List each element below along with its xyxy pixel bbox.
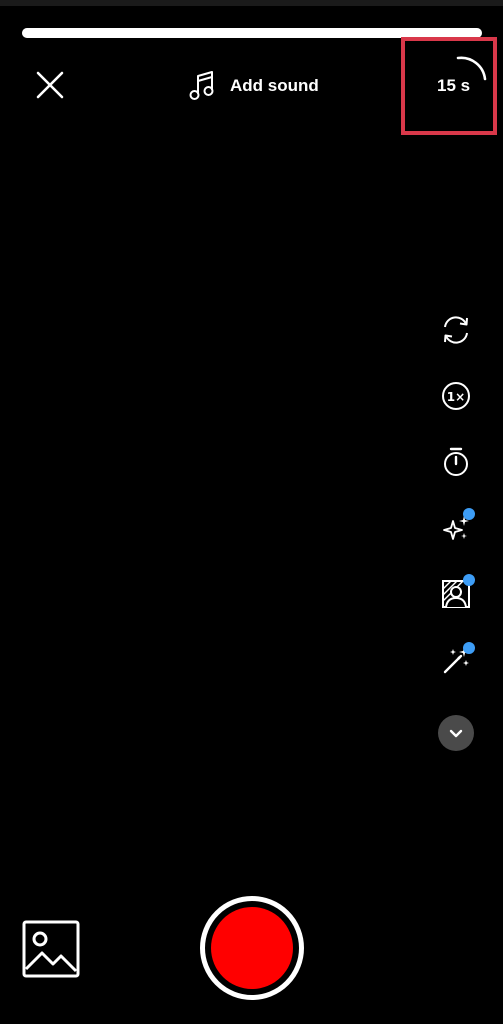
retouch-badge (463, 642, 475, 654)
record-icon (211, 907, 293, 989)
music-note-icon (189, 71, 214, 100)
gallery-icon (22, 920, 80, 978)
duration-selector-button[interactable]: 15 s (424, 52, 496, 124)
speed-icon: 1× (442, 382, 470, 410)
effects-badge (463, 508, 475, 520)
add-sound-button[interactable]: Add sound (188, 68, 319, 104)
more-tools-button[interactable] (438, 715, 474, 751)
flip-camera-icon (444, 316, 468, 344)
flip-camera-button[interactable] (434, 308, 478, 352)
recording-progress-fill (22, 28, 482, 38)
timer-icon (444, 447, 468, 476)
green-screen-badge (463, 574, 475, 586)
gallery-button[interactable] (22, 920, 80, 978)
timer-button[interactable] (434, 440, 478, 484)
speed-button[interactable]: 1× (434, 374, 478, 418)
record-button[interactable] (200, 896, 304, 1000)
svg-text:1×: 1× (447, 390, 465, 404)
recording-progress-track (22, 28, 482, 38)
close-icon (36, 71, 64, 99)
duration-label: 15 s (437, 76, 471, 95)
chevron-down-icon (449, 729, 463, 738)
status-strip (0, 0, 503, 6)
close-button[interactable] (30, 65, 70, 105)
add-sound-label: Add sound (230, 76, 319, 95)
